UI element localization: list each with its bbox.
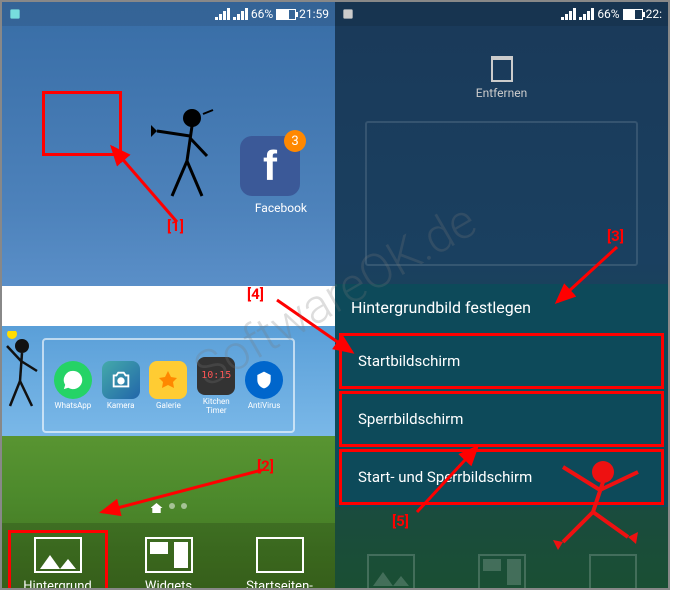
wallpaper-icon (367, 554, 415, 589)
facebook-app-icon[interactable]: f 3 (240, 136, 300, 196)
screenshot-icon (8, 7, 22, 21)
battery-icon (276, 9, 296, 20)
app-gallery[interactable]: Galerie (147, 361, 189, 410)
app-whatsapp[interactable]: WhatsApp (52, 361, 94, 410)
option-homescreen[interactable]: Startbildschirm (339, 333, 664, 389)
wallpaper-icon (34, 537, 82, 573)
annotation-4: [4] (247, 285, 264, 303)
battery-icon (623, 9, 643, 20)
arrow-2 (92, 462, 272, 522)
annotation-5: [5] (392, 512, 409, 530)
stick-figure-red-icon (528, 442, 648, 552)
status-bar: 66% 22: (335, 2, 668, 26)
remove-drop-target[interactable]: Entfernen (335, 56, 668, 100)
battery-pct: 66% (597, 7, 619, 21)
widgets-icon (478, 554, 526, 589)
status-bar: 66% 21:59 (2, 2, 335, 26)
settings-icon (589, 554, 637, 589)
homescreen-edit-mode: WhatsApp Kamera Galerie 10:15 Kitchen Ti… (2, 326, 335, 588)
signal-icon (215, 8, 230, 20)
widgets-button[interactable]: Widgets (119, 537, 219, 588)
clock: 22: (646, 7, 662, 21)
screenshot-icon (341, 7, 355, 21)
annotation-1: [1] (167, 217, 184, 235)
stick-figure-yellow-icon (2, 331, 52, 411)
edit-toolbar: Hintergrund Widgets Startseiten- (2, 523, 335, 588)
notification-badge: 3 (284, 130, 306, 152)
arrow-5 (412, 437, 492, 517)
home-settings-button[interactable]: Startseiten- (230, 537, 330, 588)
app-antivirus[interactable]: AntiVirus (243, 361, 285, 410)
arrow-3 (547, 242, 627, 312)
annotation-3: [3] (607, 227, 624, 245)
signal-icon-2 (233, 8, 248, 20)
annotation-2: [2] (257, 457, 274, 475)
trash-icon (491, 56, 513, 82)
widgets-icon (145, 537, 193, 573)
page-preview[interactable]: WhatsApp Kamera Galerie 10:15 Kitchen Ti… (42, 338, 295, 433)
signal-icon-2 (579, 8, 594, 20)
settings-grid-icon (256, 537, 304, 573)
signal-icon (561, 8, 576, 20)
arrow-4 (272, 292, 362, 362)
app-camera[interactable]: Kamera (100, 361, 142, 410)
clock: 21:59 (299, 7, 329, 21)
app-timer[interactable]: 10:15 Kitchen Timer (195, 357, 237, 415)
wallpaper-button[interactable]: Hintergrund (8, 530, 108, 588)
option-lockscreen[interactable]: Sperrbildschirm (339, 391, 664, 447)
facebook-label: Facebook (255, 201, 307, 215)
facebook-f-icon: f (263, 142, 277, 190)
battery-pct: 66% (251, 7, 273, 21)
